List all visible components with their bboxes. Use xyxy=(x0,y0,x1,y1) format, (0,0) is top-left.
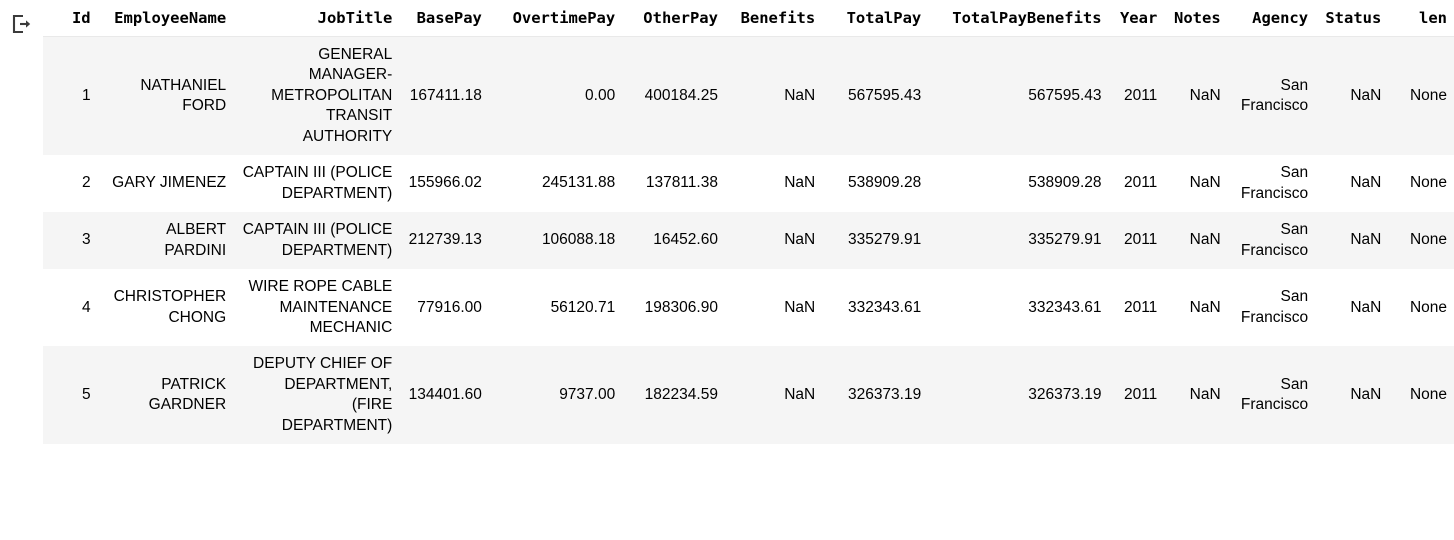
cell-employeename: ALBERT PARDINI xyxy=(97,212,234,270)
cell-id: 4 xyxy=(43,269,98,347)
column-header-notes[interactable]: Notes xyxy=(1164,0,1228,37)
cell-totalpay: 335279.91 xyxy=(822,212,929,270)
cell-len: None xyxy=(1388,212,1454,270)
cell-otherpay: 182234.59 xyxy=(622,346,725,445)
cell-notes: NaN xyxy=(1164,155,1228,213)
cell-benefits: NaN xyxy=(724,269,823,347)
cell-basepay: 77916.00 xyxy=(399,269,489,347)
cell-otherpay: 16452.60 xyxy=(622,212,725,270)
cell-overtimepay: 245131.88 xyxy=(488,155,623,213)
column-header-agency[interactable]: Agency xyxy=(1227,0,1316,37)
column-header-otherpay[interactable]: OtherPay xyxy=(622,0,725,37)
cell-basepay: 212739.13 xyxy=(399,212,489,270)
cell-employeename: GARY JIMENEZ xyxy=(97,155,234,213)
column-header-totalpaybenefits[interactable]: TotalPayBenefits xyxy=(928,0,1109,37)
cell-notes: NaN xyxy=(1164,212,1228,270)
cell-jobtitle: WIRE ROPE CABLE MAINTENANCE MECHANIC xyxy=(233,269,400,347)
column-header-status[interactable]: Status xyxy=(1315,0,1389,37)
cell-totalpay: 332343.61 xyxy=(822,269,929,347)
cell-employeename: NATHANIEL FORD xyxy=(97,36,234,156)
column-header-id[interactable]: Id xyxy=(43,0,98,37)
column-header-basepay[interactable]: BasePay xyxy=(399,0,489,37)
cell-totalpay: 538909.28 xyxy=(822,155,929,213)
cell-benefits: NaN xyxy=(724,155,823,213)
cell-year: 2011 xyxy=(1108,36,1165,156)
cell-status: NaN xyxy=(1315,36,1389,156)
cell-overtimepay: 56120.71 xyxy=(488,269,623,347)
cell-otherpay: 400184.25 xyxy=(622,36,725,156)
cell-jobtitle: CAPTAIN III (POLICE DEPARTMENT) xyxy=(233,212,400,270)
table-row[interactable]: 2 GARY JIMENEZ CAPTAIN III (POLICE DEPAR… xyxy=(43,155,1454,213)
dataframe-table: Id EmployeeName JobTitle BasePay Overtim… xyxy=(43,0,1454,445)
column-header-overtimepay[interactable]: OvertimePay xyxy=(488,0,623,37)
cell-len: None xyxy=(1388,155,1454,213)
cell-len: None xyxy=(1388,269,1454,347)
cell-overtimepay: 9737.00 xyxy=(488,346,623,445)
column-header-benefits[interactable]: Benefits xyxy=(724,0,823,37)
notebook-output-cell: Id EmployeeName JobTitle BasePay Overtim… xyxy=(0,0,1454,540)
cell-status: NaN xyxy=(1315,155,1389,213)
cell-agency: San Francisco xyxy=(1227,155,1316,213)
table-row[interactable]: 5 PATRICK GARDNER DEPUTY CHIEF OF DEPART… xyxy=(43,346,1454,445)
table-row[interactable]: 3 ALBERT PARDINI CAPTAIN III (POLICE DEP… xyxy=(43,212,1454,270)
cell-overtimepay: 106088.18 xyxy=(488,212,623,270)
cell-year: 2011 xyxy=(1108,212,1165,270)
cell-jobtitle: GENERAL MANAGER-METROPOLITAN TRANSIT AUT… xyxy=(233,36,400,156)
cell-agency: San Francisco xyxy=(1227,212,1316,270)
cell-basepay: 167411.18 xyxy=(399,36,489,156)
cell-totalpaybenefits: 538909.28 xyxy=(928,155,1109,213)
cell-overtimepay: 0.00 xyxy=(488,36,623,156)
cell-benefits: NaN xyxy=(724,36,823,156)
cell-jobtitle: DEPUTY CHIEF OF DEPARTMENT, (FIRE DEPART… xyxy=(233,346,400,445)
table-row[interactable]: 4 CHRISTOPHER CHONG WIRE ROPE CABLE MAIN… xyxy=(43,269,1454,347)
cell-year: 2011 xyxy=(1108,346,1165,445)
cell-benefits: NaN xyxy=(724,212,823,270)
cell-agency: San Francisco xyxy=(1227,346,1316,445)
column-header-jobtitle[interactable]: JobTitle xyxy=(233,0,400,37)
cell-otherpay: 198306.90 xyxy=(622,269,725,347)
cell-agency: San Francisco xyxy=(1227,269,1316,347)
table-row[interactable]: 1 NATHANIEL FORD GENERAL MANAGER-METROPO… xyxy=(43,36,1454,156)
cell-status: NaN xyxy=(1315,346,1389,445)
cell-totalpaybenefits: 567595.43 xyxy=(928,36,1109,156)
cell-id: 5 xyxy=(43,346,98,445)
cell-len: None xyxy=(1388,36,1454,156)
cell-id: 1 xyxy=(43,36,98,156)
column-header-employeename[interactable]: EmployeeName xyxy=(97,0,234,37)
cell-year: 2011 xyxy=(1108,269,1165,347)
cell-basepay: 134401.60 xyxy=(399,346,489,445)
header-row: Id EmployeeName JobTitle BasePay Overtim… xyxy=(43,0,1454,37)
column-header-year[interactable]: Year xyxy=(1108,0,1165,37)
output-arrow-icon xyxy=(11,14,33,34)
cell-otherpay: 137811.38 xyxy=(622,155,725,213)
column-header-len[interactable]: len xyxy=(1388,0,1454,37)
dataframe-header: Id EmployeeName JobTitle BasePay Overtim… xyxy=(43,0,1454,37)
cell-totalpaybenefits: 335279.91 xyxy=(928,212,1109,270)
cell-id: 3 xyxy=(43,212,98,270)
cell-employeename: PATRICK GARDNER xyxy=(97,346,234,445)
dataframe-scroll-area[interactable]: Id EmployeeName JobTitle BasePay Overtim… xyxy=(43,0,1454,540)
cell-agency: San Francisco xyxy=(1227,36,1316,156)
cell-basepay: 155966.02 xyxy=(399,155,489,213)
output-prompt-gutter xyxy=(0,0,43,540)
cell-totalpaybenefits: 332343.61 xyxy=(928,269,1109,347)
cell-id: 2 xyxy=(43,155,98,213)
cell-status: NaN xyxy=(1315,212,1389,270)
cell-notes: NaN xyxy=(1164,269,1228,347)
cell-len: None xyxy=(1388,346,1454,445)
cell-totalpay: 567595.43 xyxy=(822,36,929,156)
cell-jobtitle: CAPTAIN III (POLICE DEPARTMENT) xyxy=(233,155,400,213)
cell-employeename: CHRISTOPHER CHONG xyxy=(97,269,234,347)
cell-totalpaybenefits: 326373.19 xyxy=(928,346,1109,445)
cell-notes: NaN xyxy=(1164,346,1228,445)
cell-totalpay: 326373.19 xyxy=(822,346,929,445)
column-header-totalpay[interactable]: TotalPay xyxy=(822,0,929,37)
cell-status: NaN xyxy=(1315,269,1389,347)
cell-year: 2011 xyxy=(1108,155,1165,213)
cell-notes: NaN xyxy=(1164,36,1228,156)
dataframe-body: 1 NATHANIEL FORD GENERAL MANAGER-METROPO… xyxy=(43,36,1454,445)
cell-benefits: NaN xyxy=(724,346,823,445)
